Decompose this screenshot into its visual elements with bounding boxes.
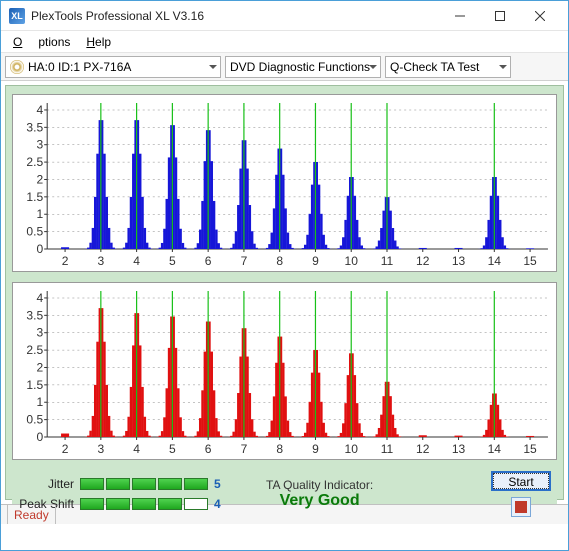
svg-text:2.5: 2.5 — [26, 155, 43, 169]
svg-text:8: 8 — [276, 442, 283, 456]
diagnostic-select-value: DVD Diagnostic Functions — [230, 60, 370, 74]
jitter-bars — [80, 478, 208, 490]
menu-options[interactable]: Options — [5, 33, 78, 51]
jitter-label: Jitter — [18, 477, 74, 491]
svg-text:3.5: 3.5 — [26, 308, 43, 322]
svg-text:11: 11 — [381, 254, 394, 268]
chevron-down-icon — [369, 65, 377, 69]
maximize-button[interactable] — [480, 2, 520, 30]
stop-button[interactable] — [511, 497, 531, 517]
svg-text:2: 2 — [36, 173, 43, 187]
svg-text:3: 3 — [36, 138, 43, 152]
drive-select[interactable]: HA:0 ID:1 PX-716A — [5, 56, 221, 78]
ta-value: Very Good — [280, 492, 360, 510]
svg-text:6: 6 — [205, 254, 212, 268]
menu-help[interactable]: Help — [78, 33, 119, 51]
svg-text:2: 2 — [36, 361, 43, 375]
svg-text:1: 1 — [36, 207, 43, 221]
title-bar: XL PlexTools Professional XL V3.16 — [1, 1, 568, 31]
svg-text:5: 5 — [169, 442, 176, 456]
start-button[interactable]: Start — [491, 471, 551, 491]
window-title: PlexTools Professional XL V3.16 — [31, 9, 440, 23]
chart-bottom: 0 0.5 1 1.5 2 2.5 3 3.5 4 2 3 4 5 6 7 8 9 10 11 12 13 14 15 — [12, 282, 557, 460]
stop-icon — [515, 501, 527, 513]
svg-text:3.5: 3.5 — [26, 120, 43, 134]
test-select[interactable]: Q-Check TA Test — [385, 56, 511, 78]
svg-text:11: 11 — [381, 442, 394, 456]
minimize-button[interactable] — [440, 2, 480, 30]
diagnostic-select[interactable]: DVD Diagnostic Functions — [225, 56, 381, 78]
svg-text:5: 5 — [169, 254, 176, 268]
test-select-value: Q-Check TA Test — [390, 60, 479, 74]
toolbar: HA:0 ID:1 PX-716A DVD Diagnostic Functio… — [1, 53, 568, 81]
svg-text:7: 7 — [241, 254, 248, 268]
svg-text:13: 13 — [452, 442, 466, 456]
svg-text:4: 4 — [133, 442, 140, 456]
svg-text:4: 4 — [36, 103, 43, 117]
menu-bar: Options Help — [1, 31, 568, 53]
svg-text:14: 14 — [488, 254, 502, 268]
svg-text:4: 4 — [36, 291, 43, 305]
svg-text:3: 3 — [36, 326, 43, 340]
svg-text:9: 9 — [312, 442, 319, 456]
svg-text:10: 10 — [345, 254, 359, 268]
svg-text:0.5: 0.5 — [26, 413, 43, 427]
svg-text:12: 12 — [416, 442, 430, 456]
svg-text:10: 10 — [345, 442, 359, 456]
svg-text:1.5: 1.5 — [26, 378, 43, 392]
svg-text:6: 6 — [205, 442, 212, 456]
svg-text:3: 3 — [97, 442, 104, 456]
ta-indicator: TA Quality Indicator: Very Good — [266, 478, 373, 510]
disc-icon — [10, 60, 24, 74]
chevron-down-icon — [209, 65, 217, 69]
svg-text:1.5: 1.5 — [26, 190, 43, 204]
peakshift-value: 4 — [214, 497, 226, 511]
close-button[interactable] — [520, 2, 560, 30]
drive-select-value: HA:0 ID:1 PX-716A — [28, 60, 131, 74]
svg-text:15: 15 — [523, 442, 537, 456]
plot-area: 00.511.522.533.5423456789101112131415 00… — [5, 85, 564, 500]
svg-text:15: 15 — [523, 254, 537, 268]
svg-text:14: 14 — [488, 442, 502, 456]
svg-text:2: 2 — [62, 254, 69, 268]
svg-text:4: 4 — [133, 254, 140, 268]
svg-text:7: 7 — [241, 442, 248, 456]
svg-text:0: 0 — [36, 430, 43, 444]
app-logo-icon: XL — [9, 8, 25, 24]
svg-text:0.5: 0.5 — [26, 225, 43, 239]
svg-text:2.5: 2.5 — [26, 343, 43, 357]
chevron-down-icon — [499, 65, 507, 69]
svg-text:13: 13 — [452, 254, 466, 268]
svg-text:0: 0 — [36, 242, 43, 256]
chart-top: 0 0.5 1 1.5 2 2.5 3 3.5 4 2 3 4 5 6 7 8 9 10 11 12 13 14 15 — [12, 94, 557, 272]
svg-text:9: 9 — [312, 254, 319, 268]
status-text: Ready — [7, 505, 56, 524]
svg-text:1: 1 — [36, 395, 43, 409]
svg-text:3: 3 — [97, 254, 104, 268]
ta-label: TA Quality Indicator: — [266, 478, 373, 492]
svg-text:12: 12 — [416, 254, 430, 268]
peakshift-bars — [80, 498, 208, 510]
jitter-value: 5 — [214, 477, 226, 491]
svg-text:2: 2 — [62, 442, 69, 456]
svg-text:8: 8 — [276, 254, 283, 268]
